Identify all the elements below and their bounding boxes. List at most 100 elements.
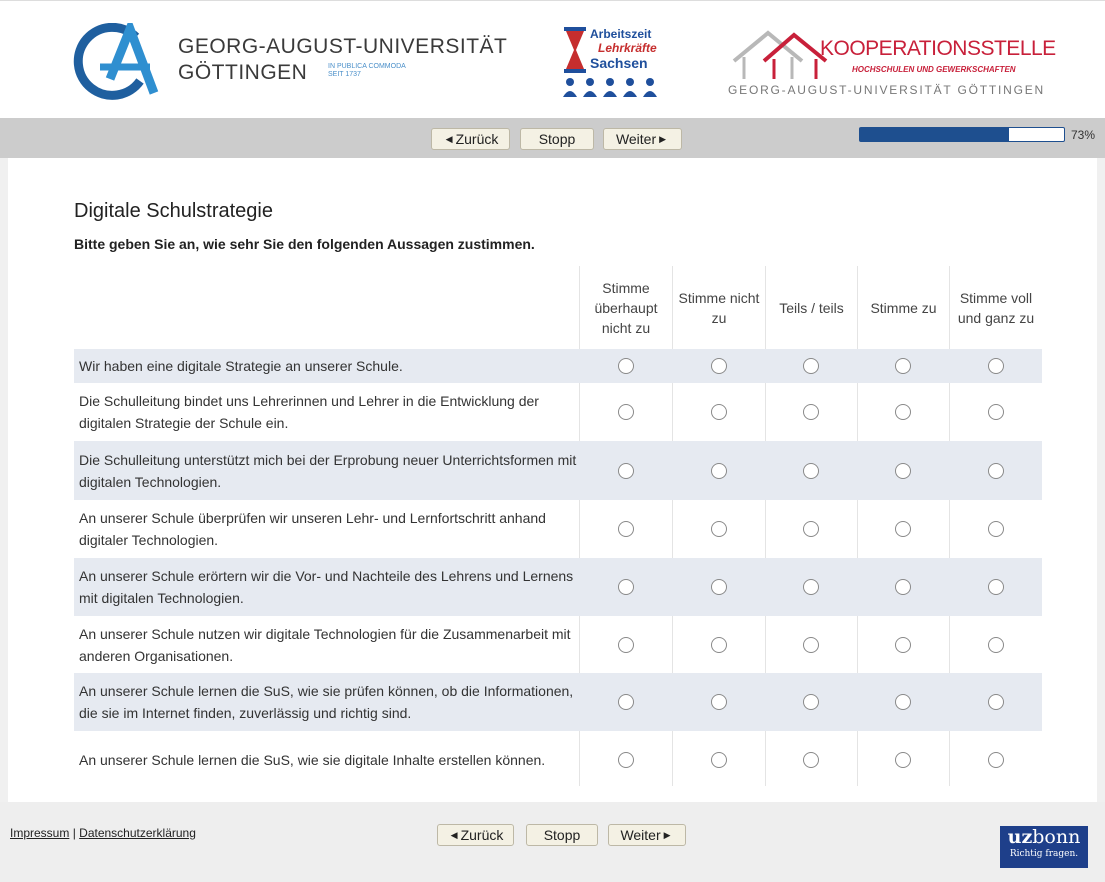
radio-option-5[interactable] (988, 579, 1004, 595)
question-text: Wir haben eine digitale Strategie an uns… (79, 358, 403, 374)
header: GEORG-AUGUST-UNIVERSITÄT GÖTTINGEN IN PU… (0, 0, 1105, 118)
question-row: An unserer Schule lernen die SuS, wie si… (74, 673, 1042, 731)
column-header-5: Stimme voll und ganz zu (957, 290, 1035, 326)
triangle-right-icon: ▶ (663, 829, 671, 840)
question-row: An unserer Schule nutzen wir digitale Te… (74, 616, 1042, 673)
next-button-top[interactable]: Weiter ▶ (603, 128, 682, 150)
radio-option-2[interactable] (711, 694, 727, 710)
column-header-4: Stimme zu (870, 300, 937, 316)
footer-link-separator: | (72, 826, 76, 840)
question-text: An unserer Schule nutzen wir digitale Te… (79, 625, 571, 664)
uzbonn-logo: uzbonn Richtig fragen. (1000, 826, 1088, 868)
radio-option-1[interactable] (618, 358, 634, 374)
koop-subtitle: HOCHSCHULEN UND GEWERKSCHAFTEN (852, 65, 1016, 74)
saxony-line2: Lehrkräfte (598, 41, 657, 55)
radio-option-1[interactable] (618, 579, 634, 595)
university-motto-line1: IN PUBLICA COMMODA (328, 63, 406, 70)
radio-option-2[interactable] (711, 521, 727, 537)
footer-links: Impressum | Datenschutzerklärung (10, 826, 196, 840)
uzbonn-tagline: Richtig fragen. (1009, 849, 1079, 859)
radio-option-4[interactable] (895, 521, 911, 537)
triangle-left-icon: ◀ (445, 133, 453, 144)
radio-option-4[interactable] (895, 637, 911, 653)
saxony-line3: Sachsen (590, 55, 648, 71)
survey-instruction: Bitte geben Sie an, wie sehr Sie den fol… (74, 236, 535, 252)
question-text: An unserer Schule erörtern wir die Vor- … (79, 568, 574, 606)
radio-option-3[interactable] (803, 404, 819, 420)
radio-option-1[interactable] (618, 752, 634, 768)
radio-option-5[interactable] (988, 637, 1004, 653)
question-row: Die Schulleitung unterstützt mich bei de… (74, 441, 1042, 500)
back-button-top[interactable]: ◀ Zurück (431, 128, 510, 150)
next-button-bottom[interactable]: Weiter ▶ (608, 824, 686, 846)
radio-option-1[interactable] (618, 521, 634, 537)
university-name-line1: GEORG-AUGUST-UNIVERSITÄT (178, 35, 508, 58)
radio-option-5[interactable] (988, 521, 1004, 537)
triangle-right-icon: ▶ (659, 133, 667, 144)
radio-option-3[interactable] (803, 358, 819, 374)
radio-option-2[interactable] (711, 463, 727, 479)
university-motto: IN PUBLICA COMMODA SEIT 1737 (328, 63, 406, 79)
radio-option-2[interactable] (711, 404, 727, 420)
radio-option-5[interactable] (988, 694, 1004, 710)
radio-option-2[interactable] (711, 752, 727, 768)
radio-option-4[interactable] (895, 463, 911, 479)
triangle-left-icon: ◀ (450, 829, 458, 840)
progress-bar-fill (860, 128, 1009, 141)
question-text: An unserer Schule lernen die SuS, wie si… (79, 751, 546, 768)
radio-option-5[interactable] (988, 752, 1004, 768)
university-name-line2: GÖTTINGEN (178, 61, 308, 84)
koop-title: KOOPERATIONSSTELLE (820, 37, 1056, 60)
radio-option-1[interactable] (618, 404, 634, 420)
back-button-bottom[interactable]: ◀ Zurück (437, 824, 514, 846)
radio-option-2[interactable] (711, 358, 727, 374)
question-text: An unserer Schule überprüfen wir unseren… (79, 510, 546, 548)
radio-option-3[interactable] (803, 694, 819, 710)
stop-button-bottom[interactable]: Stopp (526, 824, 598, 846)
question-row: An unserer Schule überprüfen wir unseren… (74, 500, 1042, 558)
page-title: Digitale Schulstrategie (74, 200, 273, 222)
radio-option-3[interactable] (803, 752, 819, 768)
radio-option-3[interactable] (803, 637, 819, 653)
radio-option-1[interactable] (618, 637, 634, 653)
radio-option-5[interactable] (988, 358, 1004, 374)
question-row: An unserer Schule erörtern wir die Vor- … (74, 558, 1042, 616)
question-text: An unserer Schule lernen die SuS, wie si… (79, 683, 574, 721)
university-motto-line2: SEIT 1737 (328, 71, 361, 78)
radio-option-2[interactable] (711, 579, 727, 595)
footer: Impressum | Datenschutzerklärung ◀ Zurüc… (0, 802, 1105, 882)
uzbonn-wordmark: uzbonn (1000, 826, 1088, 848)
radio-option-4[interactable] (895, 752, 911, 768)
back-button-label: Zurück (460, 827, 504, 843)
radio-option-1[interactable] (618, 694, 634, 710)
next-button-label: Weiter (615, 131, 657, 147)
radio-option-3[interactable] (803, 579, 819, 595)
question-text: Die Schulleitung unterstützt mich bei de… (79, 451, 577, 490)
goettingen-ga-logo-icon (73, 23, 159, 100)
uzbonn-bold: uz (1007, 826, 1033, 848)
radio-option-4[interactable] (895, 694, 911, 710)
radio-option-5[interactable] (988, 463, 1004, 479)
people-group-icon (563, 78, 657, 97)
stop-button-label: Stopp (543, 827, 581, 843)
column-header-2: Stimme nicht zu (678, 290, 760, 326)
radio-option-4[interactable] (895, 404, 911, 420)
column-header-3: Teils / teils (779, 300, 844, 316)
radio-option-1[interactable] (618, 463, 634, 479)
koop-footer: GEORG-AUGUST-UNIVERSITÄT GÖTTINGEN (728, 83, 1045, 97)
stop-button-label: Stopp (538, 131, 576, 147)
question-row: An unserer Schule lernen die SuS, wie si… (74, 731, 1042, 788)
radio-option-3[interactable] (803, 521, 819, 537)
impressum-link[interactable]: Impressum (10, 826, 69, 840)
radio-option-2[interactable] (711, 637, 727, 653)
hourglass-icon (564, 27, 586, 73)
radio-option-4[interactable] (895, 579, 911, 595)
privacy-link[interactable]: Datenschutzerklärung (79, 826, 196, 840)
radio-option-3[interactable] (803, 463, 819, 479)
stop-button-top[interactable]: Stopp (520, 128, 594, 150)
radio-option-5[interactable] (988, 404, 1004, 420)
progress-bar (859, 127, 1065, 142)
back-button-label: Zurück (455, 131, 499, 147)
radio-option-4[interactable] (895, 358, 911, 374)
next-button-label: Weiter (620, 827, 661, 843)
